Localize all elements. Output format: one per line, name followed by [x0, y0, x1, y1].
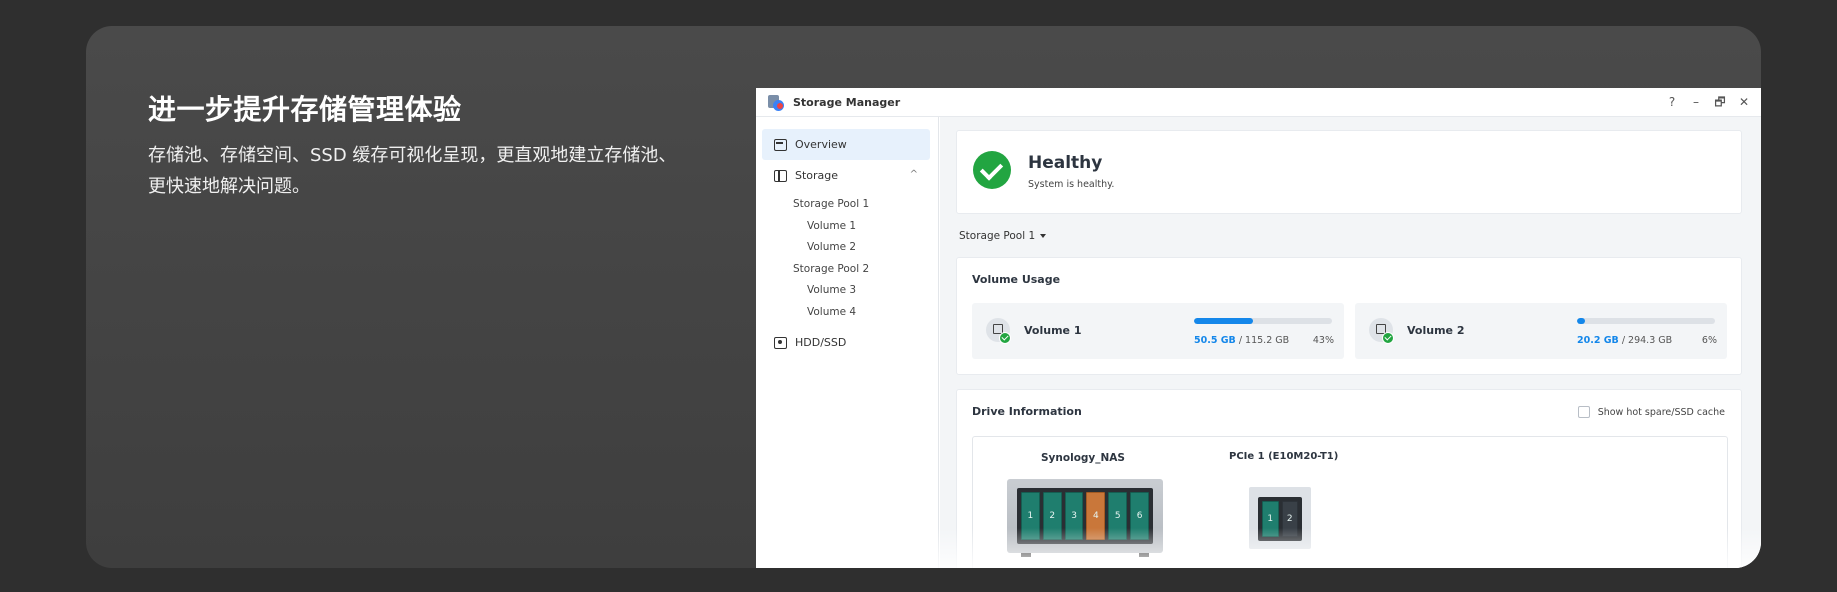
volume-icon: [986, 318, 1011, 344]
m2-slot[interactable]: 1: [1262, 501, 1279, 537]
volume-icon: [1369, 318, 1394, 344]
help-icon[interactable]: ?: [1665, 94, 1679, 110]
sidebar-item-storage-pool-1[interactable]: Storage Pool 1: [756, 194, 938, 216]
sidebar-item-label: Storage: [795, 169, 839, 182]
promo-description: 存储池、存储空间、SSD 缓存可视化呈现，更直观地建立存储池、更快速地解决问题。: [148, 145, 677, 197]
promo-card: 进一步提升存储管理体验 存储池、存储空间、SSD 缓存可视化呈现，更直观地建立存…: [86, 26, 1761, 568]
volume-name: Volume 2: [1407, 324, 1465, 337]
volume-usage-stat: 20.2 GB / 294.3 GB 6%: [1577, 335, 1717, 346]
volume-card[interactable]: Volume 2 20.2 GB / 294.3 GB 6%: [1355, 303, 1727, 359]
m2-slot[interactable]: 2: [1281, 501, 1298, 537]
title-bar[interactable]: Storage Manager ? – 🗗 ✕: [756, 88, 1761, 117]
storage-icon: [774, 169, 787, 182]
promo-heading: 进一步提升存储管理体验: [148, 93, 462, 126]
sidebar-item-volume-3[interactable]: Volume 3: [756, 280, 938, 302]
sidebar-item-label: Overview: [795, 138, 847, 151]
volume-usage-stat: 50.5 GB / 115.2 GB 43%: [1194, 335, 1334, 346]
volume-total: / 115.2 GB: [1238, 335, 1290, 346]
usage-bar: [1194, 318, 1332, 324]
restore-icon[interactable]: 🗗: [1713, 94, 1727, 110]
chevron-up-icon[interactable]: ^: [910, 169, 918, 180]
window-title: Storage Manager: [793, 95, 901, 109]
pcie-device-label: PCIe 1 (E10M20-T1): [1229, 451, 1339, 462]
hotspare-checkbox[interactable]: [1577, 406, 1590, 418]
storage-pool-dropdown[interactable]: Storage Pool 1: [959, 230, 1047, 242]
health-message: System is healthy.: [1028, 179, 1115, 190]
sidebar: Overview Storage ^ Storage Pool 1 Volume…: [756, 117, 939, 568]
sidebar-item-volume-4[interactable]: Volume 4: [756, 302, 938, 324]
volume-percent: 43%: [1312, 335, 1334, 346]
pcie-card: 1 2: [1249, 487, 1311, 549]
drive-bay[interactable]: 2: [1042, 492, 1062, 540]
window-controls: ? – 🗗 ✕: [1665, 94, 1751, 110]
nas-device-label: Synology_NAS: [1041, 452, 1125, 464]
storage-manager-app-icon: [768, 94, 785, 111]
drive-information-panel: Drive Information Show hot spare/SSD cac…: [956, 389, 1742, 568]
volume-percent: 6%: [1701, 335, 1717, 346]
drive-bay-warning[interactable]: 4: [1086, 492, 1106, 540]
sidebar-item-overview[interactable]: Overview: [762, 129, 930, 160]
overview-icon: [774, 138, 787, 151]
usage-bar-fill: [1577, 318, 1586, 324]
health-panel: Healthy System is healthy.: [956, 130, 1742, 214]
sidebar-item-hdd-ssd[interactable]: HDD/SSD: [762, 327, 930, 358]
usage-bar-fill: [1194, 318, 1254, 324]
volume-used: 20.2 GB: [1577, 335, 1619, 346]
minimize-icon[interactable]: –: [1689, 94, 1703, 110]
close-icon[interactable]: ✕: [1737, 94, 1751, 110]
drive-diagram: Synology_NAS 1 2 3 4 5 6 PCIe 1 (E10M20-…: [972, 436, 1728, 568]
sidebar-item-storage[interactable]: Storage ^: [762, 160, 930, 191]
sidebar-item-volume-2[interactable]: Volume 2: [756, 237, 938, 259]
volume-usage-panel: Volume Usage Volume 1 50.5 GB / 115.2 GB…: [956, 257, 1742, 375]
drive-bay[interactable]: 1: [1021, 492, 1040, 540]
hotspare-toggle[interactable]: Show hot spare/SSD cache: [1577, 406, 1725, 418]
healthy-check-icon: [973, 151, 1011, 189]
sidebar-item-volume-1[interactable]: Volume 1: [756, 216, 938, 238]
hotspare-label: Show hot spare/SSD cache: [1597, 406, 1725, 418]
drive-bay[interactable]: 6: [1130, 492, 1149, 540]
volume-name: Volume 1: [1024, 324, 1082, 337]
volume-total: / 294.3 GB: [1621, 335, 1673, 346]
storage-pool-dropdown-label: Storage Pool 1: [959, 230, 1036, 242]
drive-bay[interactable]: 3: [1064, 492, 1084, 540]
sidebar-item-storage-pool-2[interactable]: Storage Pool 2: [756, 259, 938, 281]
main-content: Healthy System is healthy. Storage Pool …: [940, 117, 1761, 568]
hdd-icon: [774, 336, 787, 349]
sidebar-item-label: HDD/SSD: [795, 336, 847, 349]
volume-used: 50.5 GB: [1194, 335, 1236, 346]
health-status: Healthy: [1028, 153, 1103, 173]
volume-card[interactable]: Volume 1 50.5 GB / 115.2 GB 43%: [972, 303, 1344, 359]
volume-usage-title: Volume Usage: [972, 273, 1061, 286]
usage-bar: [1577, 318, 1715, 324]
drive-bay[interactable]: 5: [1108, 492, 1128, 540]
storage-manager-window: Storage Manager ? – 🗗 ✕ Overview Storage…: [756, 88, 1761, 568]
caret-down-icon: [1040, 234, 1047, 238]
nas-chassis: 1 2 3 4 5 6: [1007, 479, 1163, 557]
drive-information-title: Drive Information: [972, 405, 1082, 418]
